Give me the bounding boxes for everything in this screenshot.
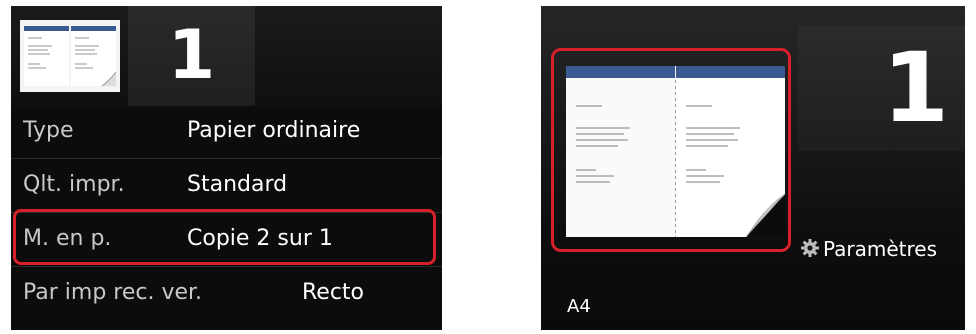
selection-highlight: [13, 209, 436, 265]
setting-row-type[interactable]: Type Papier ordinaire: [11, 106, 442, 159]
setting-value: Recto: [302, 280, 365, 305]
preview-selection-highlight: [551, 48, 791, 252]
copies-count[interactable]: 1: [798, 26, 965, 151]
gear-icon: [800, 236, 820, 266]
settings-button[interactable]: Paramètres: [800, 234, 937, 264]
setting-row-print-quality[interactable]: Qlt. impr. Standard: [11, 160, 442, 213]
copies-count[interactable]: 1: [128, 6, 255, 106]
layout-thumbnail[interactable]: [20, 20, 120, 92]
setting-value: Standard: [187, 172, 288, 197]
setting-label: Par imp rec. ver.: [23, 280, 203, 305]
paper-size-label: A4: [567, 296, 591, 317]
two-page-thumbnail-icon: [20, 20, 120, 92]
setting-row-duplex[interactable]: Par imp rec. ver. Recto: [11, 268, 442, 320]
setting-value: Papier ordinaire: [187, 118, 361, 143]
copy-settings-screen: 1 Type Papier ordinaire Qlt. impr. Stand…: [11, 6, 442, 330]
setting-label: Type: [23, 118, 74, 143]
copy-preview-screen: 1 Paramètres A4: [541, 6, 965, 330]
settings-button-label: Paramètres: [823, 237, 938, 261]
setting-label: Qlt. impr.: [23, 172, 125, 197]
